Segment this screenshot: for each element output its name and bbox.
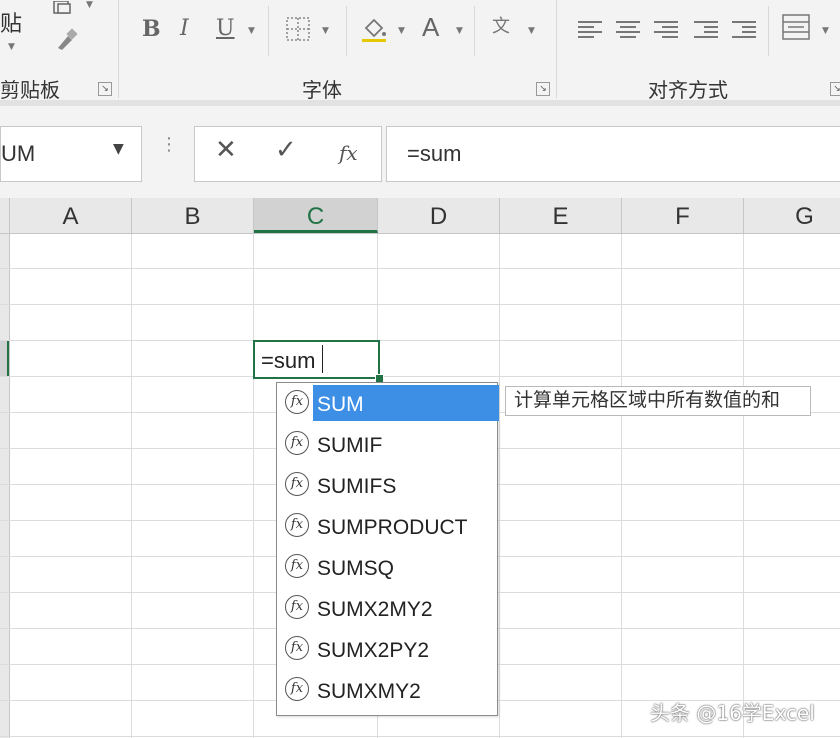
font-color-dropdown-icon[interactable]: ▼ [456,26,463,36]
formula-bar-row: UM ▼ ⋮ ✕ ✓ fx =sum [0,106,840,198]
copy-dropdown-icon[interactable]: ▼ [86,0,93,10]
font-group-label: 字体 [302,78,342,102]
row-header-column[interactable] [0,234,10,738]
watermark: 头条 @16学Excel [650,701,815,725]
column-gridline [499,234,500,738]
bold-button[interactable]: B [142,18,161,40]
row-gridline [0,736,840,737]
autocomplete-item[interactable]: fx SUMIFS [277,465,497,506]
name-box[interactable]: UM ▼ [0,126,142,182]
function-icon: fx [285,513,309,537]
active-row-header[interactable] [0,340,9,376]
paste-button[interactable]: 贴 [0,6,22,38]
underline-button[interactable]: U [216,18,235,40]
insert-function-icon[interactable]: fx [339,141,358,165]
column-header-a[interactable]: A [10,198,132,233]
column-header-row: A B C D E F G [0,198,840,234]
column-gridline [743,234,744,738]
column-header-c[interactable]: C [254,198,378,233]
row-gridline [0,304,840,305]
align-center-icon[interactable] [616,18,640,40]
borders-icon[interactable] [286,17,310,45]
function-icon: fx [285,636,309,660]
format-painter-icon[interactable] [54,28,80,56]
underline-dropdown-icon[interactable]: ▼ [248,26,255,36]
clipboard-group-label: 剪贴板 [0,78,60,102]
function-icon: fx [285,677,309,701]
copy-icon[interactable] [52,0,78,19]
formula-text: =sum [407,141,462,166]
align-left-icon[interactable] [578,18,602,40]
column-header-f[interactable]: F [622,198,744,233]
autocomplete-item-label: SUMPRODUCT [317,516,468,539]
group-separator [556,0,557,98]
alignment-dialog-launcher[interactable]: ↘ [830,82,840,96]
group-separator [474,6,475,56]
column-header-e[interactable]: E [500,198,622,233]
borders-dropdown-icon[interactable]: ▼ [322,26,329,36]
formula-bar-resize-handle[interactable]: ⋮ [160,136,178,154]
fill-color-icon[interactable] [360,14,388,46]
formula-bar-buttons: ✕ ✓ fx [194,126,382,182]
autocomplete-item[interactable]: fx SUMSQ [277,547,497,588]
autocomplete-item[interactable]: fx SUMPRODUCT [277,506,497,547]
column-gridline [131,234,132,738]
alignment-group-label: 对齐方式 [648,78,728,102]
cancel-icon[interactable]: ✕ [215,135,237,165]
ribbon: 贴 ▼ ▼ 剪贴板 ↘ B I U ▼ ▼ ▼ A ▼ 文 ▼ 字体 ↘ ▼ 对… [0,0,840,106]
function-icon: fx [285,431,309,455]
function-icon: fx [285,554,309,578]
function-icon: fx [285,390,309,414]
autocomplete-item[interactable]: fx SUMIF [277,424,497,465]
fill-color-dropdown-icon[interactable]: ▼ [398,26,405,36]
autocomplete-item[interactable]: fx SUMX2MY2 [277,588,497,629]
autocomplete-item-label: SUMSQ [317,557,395,580]
row-gridline [0,376,840,377]
active-cell[interactable]: =sum [253,340,380,379]
autocomplete-item-label: SUM [313,385,499,421]
group-separator [768,6,769,56]
column-header-b[interactable]: B [132,198,254,233]
column-header-g[interactable]: G [744,198,840,233]
increase-indent-icon[interactable] [732,18,756,40]
function-icon: fx [285,595,309,619]
font-color-button[interactable]: A [422,14,439,40]
function-autocomplete-list: fx SUM fx SUMIF fx SUMIFS fx SUMPRODUCT … [276,382,499,716]
phonetic-guide-icon[interactable]: 文 [492,12,510,38]
group-separator [118,0,119,98]
autocomplete-item-label: SUMIFS [317,475,397,498]
autocomplete-item-label: SUMXMY2 [317,680,421,703]
group-separator [268,6,269,56]
column-header-d[interactable]: D [378,198,500,233]
font-dialog-launcher[interactable]: ↘ [536,82,550,96]
autocomplete-item[interactable]: fx SUM [277,383,499,424]
autocomplete-item[interactable]: fx SUMX2PY2 [277,629,497,670]
merge-dropdown-icon[interactable]: ▼ [822,26,829,36]
name-box-value: UM [1,141,36,166]
group-separator [346,6,347,56]
autocomplete-item-label: SUMX2MY2 [317,598,433,621]
merge-center-icon[interactable] [782,14,810,44]
decrease-indent-icon[interactable] [694,18,718,40]
italic-button[interactable]: I [180,18,189,40]
formula-input[interactable]: =sum [386,126,840,182]
align-right-icon[interactable] [654,18,678,40]
autocomplete-item-label: SUMX2PY2 [317,639,430,662]
column-gridline [253,234,254,738]
active-cell-text: =sum [261,348,316,373]
function-description-tooltip: 计算单元格区域中所有数值的和 [505,386,811,416]
paste-dropdown-icon[interactable]: ▼ [8,42,15,52]
autocomplete-item[interactable]: fx SUMXMY2 [277,670,497,711]
enter-icon[interactable]: ✓ [275,135,297,165]
column-gridline [621,234,622,738]
name-box-dropdown-icon[interactable]: ▼ [113,141,124,157]
row-gridline [0,268,840,269]
function-icon: fx [285,472,309,496]
phonetic-dropdown-icon[interactable]: ▼ [528,26,535,36]
column-header-corner[interactable] [0,198,10,233]
clipboard-dialog-launcher[interactable]: ↘ [98,82,112,96]
row-gridline [0,340,840,341]
autocomplete-item-label: SUMIF [317,434,383,457]
text-cursor [322,345,323,373]
